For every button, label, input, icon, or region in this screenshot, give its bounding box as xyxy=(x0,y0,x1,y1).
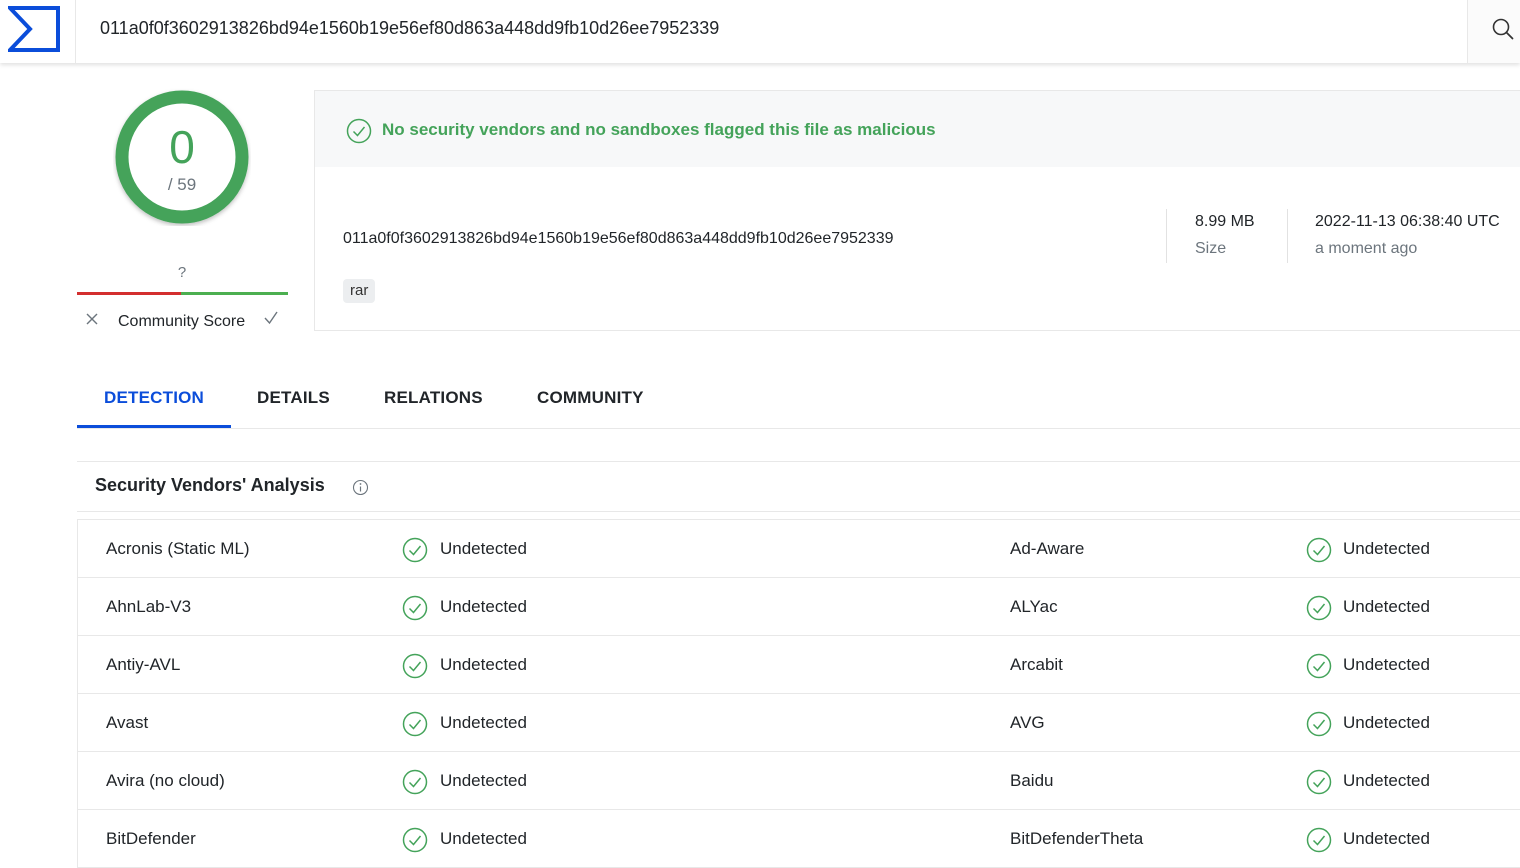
vendor-result: Undetected xyxy=(440,771,527,790)
vendor-result: Undetected xyxy=(440,539,527,558)
check-circle-icon xyxy=(1306,769,1332,795)
vendor-result: Undetected xyxy=(1343,829,1430,848)
top-bar xyxy=(0,0,1520,63)
verdict-banner: No security vendors and no sandboxes fla… xyxy=(315,91,1520,167)
section-title: Security Vendors' Analysis xyxy=(95,475,325,495)
check-icon xyxy=(264,311,278,325)
check-circle-icon xyxy=(402,711,428,737)
table-row: Avast Undetected AVG Undetected xyxy=(78,694,1520,752)
check-circle-icon xyxy=(1306,595,1332,621)
downvote-button[interactable] xyxy=(84,309,100,333)
tabs-divider xyxy=(77,428,1520,429)
vendor-name[interactable]: Arcabit xyxy=(1010,655,1063,675)
vendor-result: Undetected xyxy=(440,655,527,674)
info-icon xyxy=(352,479,369,496)
file-size-value: 8.99 MB xyxy=(1195,213,1255,230)
search-button[interactable] xyxy=(1467,0,1520,63)
table-row: BitDefender Undetected BitDefenderTheta Und… xyxy=(78,810,1520,868)
vendor-name[interactable]: Avast xyxy=(106,713,148,733)
community-score-value: ? xyxy=(177,264,187,281)
community-score-bar-positive xyxy=(181,292,288,295)
file-type-tag[interactable]: rar xyxy=(343,279,376,303)
vendor-result: Undetected xyxy=(1343,655,1430,674)
vendor-result: Undetected xyxy=(1343,597,1430,616)
check-circle-icon xyxy=(402,595,428,621)
check-circle-icon xyxy=(402,827,428,853)
file-summary-panel: No security vendors and no sandboxes fla… xyxy=(314,90,1520,331)
vendor-result: Undetected xyxy=(1343,539,1430,558)
tab-detection[interactable]: DETECTION xyxy=(104,388,204,408)
search-input[interactable] xyxy=(100,14,1440,42)
check-circle-icon xyxy=(402,537,428,563)
search-icon xyxy=(1492,18,1514,40)
file-hash[interactable]: 011a0f0f3602913826bd94e1560b19e56ef80d86… xyxy=(343,230,894,248)
table-row: AhnLab-V3 Undetected ALYac Undetected xyxy=(78,578,1520,636)
vendor-name[interactable]: AhnLab-V3 xyxy=(106,597,191,617)
vendor-name[interactable]: Ad-Aware xyxy=(1010,539,1084,559)
table-row: Antiy-AVL Undetected Arcabit Undetected xyxy=(78,636,1520,694)
tab-details[interactable]: DETAILS xyxy=(257,388,330,408)
vendor-name[interactable]: Baidu xyxy=(1010,771,1053,791)
divider xyxy=(1166,209,1167,263)
info-button[interactable] xyxy=(352,479,369,501)
analysis-date: 2022-11-13 06:38:40 UTC xyxy=(1315,213,1500,230)
check-circle-icon xyxy=(402,653,428,679)
vendor-name[interactable]: BitDefender xyxy=(106,829,196,849)
close-icon xyxy=(86,313,98,325)
check-circle-icon xyxy=(1306,827,1332,853)
divider xyxy=(77,461,1520,462)
vendor-result: Undetected xyxy=(1343,771,1430,790)
divider xyxy=(1287,209,1288,263)
vendor-table: Acronis (Static ML) Undetected Ad-Aware Und… xyxy=(77,519,1520,868)
vendor-name[interactable]: BitDefenderTheta xyxy=(1010,829,1143,849)
check-circle-icon xyxy=(1306,537,1332,563)
vendor-name[interactable]: Antiy-AVL xyxy=(106,655,180,675)
vendor-name[interactable]: ALYac xyxy=(1010,597,1058,617)
table-row: Avira (no cloud) Undetected Baidu Undetecte… xyxy=(78,752,1520,810)
verdict-text: No security vendors and no sandboxes fla… xyxy=(382,120,936,139)
virustotal-logo-icon xyxy=(8,6,60,52)
tab-relations[interactable]: RELATIONS xyxy=(384,388,483,408)
vendor-result: Undetected xyxy=(440,713,527,732)
divider xyxy=(77,511,1520,512)
community-score-label: Community Score xyxy=(118,313,246,330)
engine-total: / 59 xyxy=(167,175,197,194)
vendor-result: Undetected xyxy=(440,829,527,848)
check-circle-icon xyxy=(402,769,428,795)
tab-community[interactable]: COMMUNITY xyxy=(537,388,644,408)
community-score-bar-negative xyxy=(77,292,181,295)
vendor-name[interactable]: AVG xyxy=(1010,713,1045,733)
file-size-label: Size xyxy=(1195,240,1227,257)
vendor-result: Undetected xyxy=(1343,713,1430,732)
vendor-result: Undetected xyxy=(440,597,527,616)
check-circle-icon xyxy=(1306,711,1332,737)
detection-score: 0 / 59 xyxy=(113,88,251,226)
table-row: Acronis (Static ML) Undetected Ad-Aware Und… xyxy=(78,520,1520,578)
check-circle-icon xyxy=(1306,653,1332,679)
vendor-name[interactable]: Avira (no cloud) xyxy=(106,771,225,791)
vendor-name[interactable]: Acronis (Static ML) xyxy=(106,539,250,559)
upvote-button[interactable] xyxy=(262,309,280,332)
check-circle-icon xyxy=(346,118,372,144)
analysis-relative-time: a moment ago xyxy=(1315,240,1418,257)
detection-count: 0 xyxy=(169,121,195,173)
home-logo-link[interactable] xyxy=(0,0,76,63)
